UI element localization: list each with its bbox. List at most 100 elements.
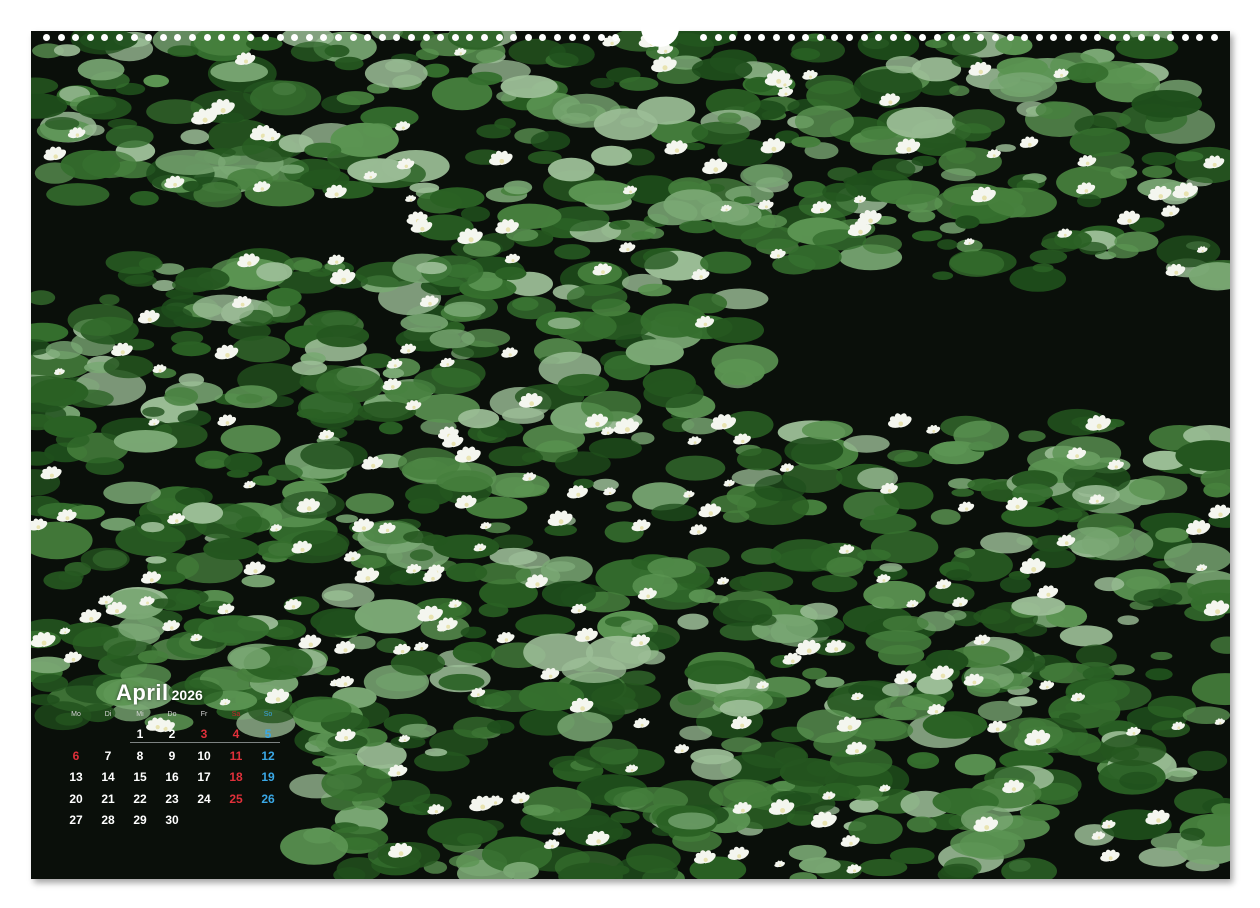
lily-pad bbox=[722, 510, 750, 523]
lily-pad bbox=[870, 180, 940, 205]
lily-pad bbox=[436, 470, 493, 493]
lily-pad bbox=[822, 182, 859, 202]
lily-pad bbox=[82, 124, 105, 136]
calendar-day: 22 bbox=[133, 792, 147, 806]
lily-pad bbox=[335, 514, 358, 523]
calendar-day: 25 bbox=[229, 792, 243, 806]
lily-pad bbox=[429, 187, 485, 209]
lily-pad bbox=[859, 513, 917, 535]
lily-pad bbox=[684, 660, 751, 685]
lily-pad bbox=[794, 105, 854, 138]
lily-pad bbox=[502, 407, 545, 424]
lily-pad bbox=[940, 863, 978, 879]
lily-pad bbox=[721, 737, 762, 753]
lily-pad bbox=[793, 181, 827, 198]
lily-pad bbox=[630, 248, 679, 270]
lily-pad bbox=[677, 613, 709, 630]
lily-pad bbox=[522, 804, 554, 816]
lily-pad bbox=[953, 420, 1009, 451]
lily-pad bbox=[46, 183, 110, 206]
lily-pad bbox=[811, 574, 858, 593]
lily-pad bbox=[922, 711, 988, 739]
lily-pad bbox=[677, 692, 702, 706]
calendar-day: 8 bbox=[136, 749, 144, 763]
lily-pad bbox=[651, 503, 698, 522]
lily-pad bbox=[566, 284, 628, 310]
lily-pad bbox=[45, 341, 83, 360]
lily-pad bbox=[800, 602, 838, 620]
lily-pad bbox=[679, 220, 716, 234]
calendar-day: 20 bbox=[69, 792, 83, 806]
lily-pad bbox=[607, 827, 632, 840]
weekday-label: Sa bbox=[231, 711, 241, 718]
lily-pad bbox=[296, 408, 325, 419]
lily-pad bbox=[951, 488, 974, 497]
lily-pad bbox=[1115, 36, 1179, 60]
lily-pad bbox=[515, 614, 576, 637]
lily-pad bbox=[665, 455, 726, 481]
lily-pad bbox=[932, 271, 954, 280]
weekday-label: So bbox=[263, 711, 273, 718]
lily-pad bbox=[523, 786, 592, 822]
lily-pad bbox=[729, 575, 762, 592]
lily-pad bbox=[300, 440, 368, 470]
lily-pad bbox=[801, 420, 853, 440]
lily-pad bbox=[950, 828, 1019, 858]
lily-pad bbox=[547, 157, 595, 182]
lily-pad bbox=[416, 261, 448, 275]
weekday-label: Do bbox=[167, 711, 177, 718]
lily-pad bbox=[1119, 771, 1158, 790]
lily-pad bbox=[99, 294, 120, 306]
lily-pad bbox=[129, 191, 159, 206]
lily-pad bbox=[246, 36, 283, 51]
lily-pad bbox=[1150, 651, 1173, 661]
lily-pad bbox=[907, 752, 940, 769]
lily-pad bbox=[1100, 733, 1167, 767]
lily-pad bbox=[1203, 482, 1230, 498]
lily-pad bbox=[637, 283, 672, 297]
lily-pad bbox=[1008, 696, 1038, 707]
lily-pad bbox=[549, 42, 595, 67]
lily-pad bbox=[1082, 680, 1152, 711]
lily-pad bbox=[590, 77, 615, 89]
calendar-day: 6 bbox=[72, 749, 80, 763]
lily-pad bbox=[143, 74, 169, 88]
lily-pad bbox=[691, 754, 742, 780]
lily-pad bbox=[589, 738, 639, 765]
lily-pad bbox=[544, 523, 577, 536]
lily-pad bbox=[606, 501, 632, 512]
lily-pad bbox=[445, 562, 488, 583]
lily-pad bbox=[530, 131, 571, 151]
lily-pad bbox=[1077, 194, 1102, 208]
lily-pad bbox=[124, 274, 157, 287]
lily-pad bbox=[266, 287, 302, 307]
lily-pad bbox=[870, 530, 939, 564]
lily-pad bbox=[495, 266, 527, 280]
calendar-day: 17 bbox=[197, 770, 211, 784]
lily-pad bbox=[55, 431, 90, 448]
lily-pad bbox=[937, 239, 958, 250]
calendar-day: 18 bbox=[229, 770, 243, 784]
calendar-day: 27 bbox=[69, 813, 83, 827]
lily-pad bbox=[103, 481, 161, 504]
lily-pad bbox=[145, 556, 167, 564]
lily-pad bbox=[954, 547, 976, 559]
lily-pad bbox=[227, 321, 271, 341]
lily-pad bbox=[177, 410, 212, 427]
lily-pad bbox=[911, 155, 937, 167]
lily-pad bbox=[1032, 263, 1054, 273]
lily-pad bbox=[291, 360, 328, 376]
lily-pad bbox=[791, 136, 821, 148]
lily-pad bbox=[354, 599, 425, 634]
lily-pad bbox=[316, 324, 370, 348]
lily-pad bbox=[105, 125, 154, 148]
calendar-day: 21 bbox=[101, 792, 115, 806]
lily-pad bbox=[560, 112, 590, 124]
lily-pad bbox=[912, 230, 943, 242]
lily-pad bbox=[706, 317, 764, 344]
lily-pad bbox=[1058, 712, 1081, 721]
lily-pad bbox=[925, 39, 948, 49]
lily-pad bbox=[887, 449, 918, 462]
lily-pad bbox=[137, 650, 169, 664]
lily-pad bbox=[321, 765, 393, 802]
